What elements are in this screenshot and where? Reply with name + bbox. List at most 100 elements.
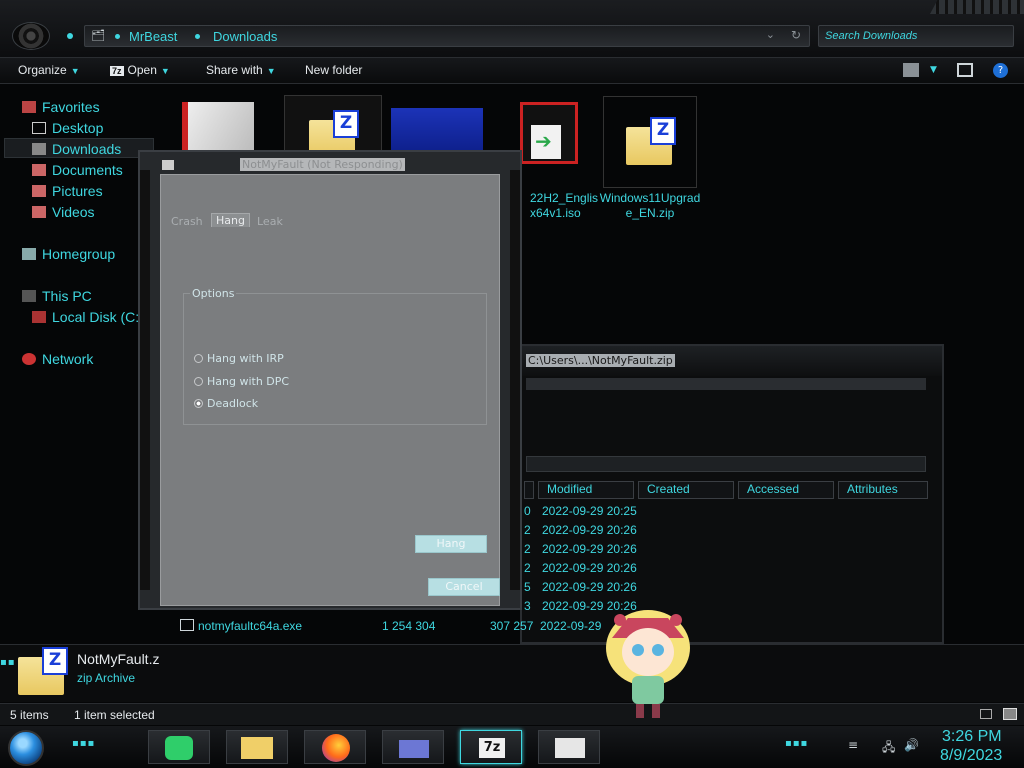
large-icons-view-icon[interactable] [1003, 708, 1017, 720]
documents-icon [32, 164, 46, 176]
column-header-attributes[interactable]: Attributes [838, 481, 928, 499]
nav-desktop[interactable]: Desktop [32, 120, 103, 136]
7zip-menubar[interactable] [526, 378, 926, 390]
taskbar-file-explorer[interactable] [226, 730, 288, 764]
tab-crash[interactable]: Crash [171, 215, 203, 228]
recent-pages-dot[interactable] [67, 33, 73, 39]
breadcrumb-downloads[interactable]: Downloads [213, 29, 277, 44]
nav-downloads[interactable]: Downloads [32, 141, 121, 157]
clock-time[interactable]: 3:26 PM [942, 728, 1002, 746]
address-dropdown-icon[interactable]: ⌄ [766, 28, 775, 41]
7zip-path-field[interactable] [526, 456, 926, 472]
nav-local-disk[interactable]: Local Disk (C:) [32, 309, 144, 325]
radio-dpc-label: Hang with DPC [207, 375, 290, 388]
taskbar-firefox[interactable] [304, 730, 366, 764]
search-input[interactable] [819, 26, 1013, 46]
change-view-icon[interactable] [903, 63, 919, 77]
radio-deadlock[interactable]: Deadlock [194, 397, 258, 410]
tab-leak[interactable]: Leak [257, 215, 283, 228]
column-header-size[interactable] [524, 481, 534, 499]
volume-icon[interactable]: 🔊 [904, 738, 919, 752]
cancel-button[interactable]: Cancel [428, 578, 500, 596]
details-view-icon[interactable] [980, 709, 992, 719]
setup-arrow-icon: ➔ [531, 125, 561, 159]
zip-file-tile[interactable] [284, 95, 382, 158]
taskbar-notes-app[interactable] [148, 730, 210, 764]
win11-name-line1: Windows11Upgrad [599, 191, 701, 205]
radio-circle-icon [194, 354, 203, 363]
taskbar-notmyfault[interactable] [538, 730, 600, 764]
windows11-file-name[interactable]: Windows11Upgrad e_EN.zip [598, 191, 702, 221]
column-header-modified[interactable]: Modified [538, 481, 634, 499]
address-bar[interactable]: 🗂 MrBeast Downloads ⌄ ↻ [84, 25, 810, 47]
table-row-notmyfault-exe[interactable]: notmyfaultc64a.exe 1 254 304 307 257 202… [180, 617, 640, 636]
organize-button[interactable]: Organize ▼ [18, 63, 80, 77]
tab-hang[interactable]: Hang [211, 213, 250, 227]
nav-local-disk-label: Local Disk (C:) [52, 309, 144, 325]
share-with-button[interactable]: Share with ▼ [206, 63, 276, 77]
cell-size: 1 254 304 [382, 619, 436, 633]
table-row[interactable]: 0 2022-09-29 20:25 [522, 502, 942, 521]
iso-name-line2: x64v1.iso [530, 206, 581, 220]
file-explorer-icon [241, 737, 273, 759]
nav-documents[interactable]: Documents [32, 162, 123, 178]
win11-name-line2: e_EN.zip [625, 206, 675, 220]
clock-date[interactable]: 8/9/2023 [940, 747, 1002, 765]
iso-file-name[interactable]: 22H2_Englis x64v1.iso [530, 191, 600, 221]
nav-this-pc-label: This PC [42, 288, 92, 304]
start-button[interactable] [8, 730, 44, 766]
homegroup-icon [22, 248, 36, 260]
dialog-title: NotMyFault (Not Responding) [240, 158, 405, 171]
radio-irp-label: Hang with IRP [207, 352, 284, 365]
nav-videos[interactable]: Videos [32, 204, 95, 220]
app-icon [162, 160, 174, 170]
table-row[interactable]: 2 2022-09-29 20:26 [522, 540, 942, 559]
taskbar-control-panel[interactable] [382, 730, 444, 764]
table-row[interactable]: 2 2022-09-29 20:26 [522, 521, 942, 540]
column-header-created[interactable]: Created [638, 481, 734, 499]
nav-desktop-label: Desktop [52, 120, 104, 136]
nav-homegroup[interactable]: Homegroup [22, 246, 115, 262]
refresh-icon[interactable]: ↻ [791, 28, 801, 42]
radio-hang-with-irp[interactable]: Hang with IRP [194, 352, 284, 365]
caret-down-icon: ▼ [160, 66, 170, 76]
breadcrumb-mrbeast[interactable]: MrBeast [129, 29, 177, 44]
breadcrumb-separator [195, 34, 200, 39]
7zip-icon: 7z [479, 738, 505, 758]
iso-file-tile[interactable]: ➔ [520, 102, 578, 164]
new-folder-button[interactable]: New folder [305, 63, 362, 77]
control-panel-icon [399, 740, 429, 758]
search-box[interactable] [818, 25, 1014, 47]
7zip-titlebar[interactable]: C:\Users\...\NotMyFault.zip [522, 346, 942, 376]
table-row[interactable]: 5 2022-09-29 20:26 [522, 578, 942, 597]
network-tray-icon[interactable]: 🖧 [882, 738, 895, 759]
cell-fragment: 5 [524, 580, 531, 594]
preview-pane-icon[interactable] [957, 63, 973, 77]
nav-this-pc[interactable]: This PC [22, 288, 92, 304]
document-thumbnail[interactable] [182, 102, 254, 154]
nav-videos-label: Videos [52, 204, 95, 220]
cell-name: notmyfaultc64a.exe [198, 619, 303, 633]
open-button[interactable]: 7z Open ▼ [110, 63, 170, 77]
show-hidden-icons[interactable]: ≡ [848, 738, 858, 752]
help-icon[interactable]: ? [993, 63, 1008, 78]
nav-network-label: Network [42, 351, 94, 367]
radio-hang-with-dpc[interactable]: Hang with DPC [194, 375, 289, 388]
back-forward-button[interactable] [12, 22, 50, 50]
taskbar-7zip[interactable]: 7z [460, 730, 522, 764]
cell-modified: 2022-09-29 20:26 [542, 542, 637, 556]
nav-documents-label: Documents [52, 162, 123, 178]
nav-network[interactable]: Network [22, 351, 93, 367]
table-row[interactable]: 3 2022-09-29 20:26 [522, 597, 942, 616]
nav-favorites[interactable]: Favorites [22, 99, 100, 115]
hang-button[interactable]: Hang [415, 535, 487, 553]
nav-pictures-label: Pictures [52, 183, 103, 199]
windows11-zip-tile[interactable] [603, 96, 697, 188]
view-caret-icon[interactable]: ▼ [930, 65, 937, 75]
column-header-accessed[interactable]: Accessed [738, 481, 834, 499]
nav-favorites-label: Favorites [42, 99, 100, 115]
nav-pictures[interactable]: Pictures [32, 183, 103, 199]
table-row[interactable]: 2 2022-09-29 20:26 [522, 559, 942, 578]
bluescreen-thumbnail[interactable] [391, 108, 483, 154]
selection-count: 1 item selected [74, 708, 155, 722]
